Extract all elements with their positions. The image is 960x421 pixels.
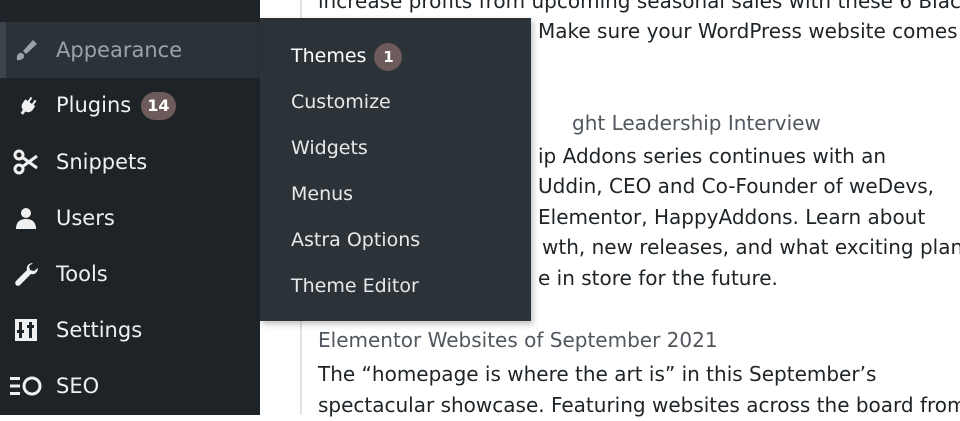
active-indicator bbox=[0, 22, 6, 78]
news-post-title-link[interactable]: ght Leadership Interview bbox=[572, 111, 821, 135]
news-text-line: wth, new releases, and what exciting pla… bbox=[542, 235, 960, 259]
submenu-item-menus[interactable]: Menus bbox=[291, 176, 353, 212]
news-post-title-link[interactable]: Elementor Websites of September 2021 bbox=[318, 328, 718, 352]
news-text-line: increase profits from upcoming seasonal … bbox=[318, 0, 960, 13]
news-text-line: ip Addons series continues with an bbox=[538, 144, 887, 168]
news-text-line: spectacular showcase. Featuring websites… bbox=[318, 393, 960, 417]
update-count-badge: 1 bbox=[374, 42, 403, 71]
sidebar-item-settings[interactable]: Settings bbox=[0, 302, 260, 358]
sidebar-item-users[interactable]: Users bbox=[0, 190, 260, 246]
update-count-badge: 14 bbox=[141, 92, 176, 120]
plugin-icon bbox=[8, 88, 44, 124]
scissors-icon bbox=[8, 144, 44, 180]
sidebar-item-appearance[interactable]: Appearance bbox=[0, 22, 260, 78]
news-text-line: Elementor, HappyAddons. Learn about bbox=[538, 205, 926, 229]
sidebar-item-label: Users bbox=[56, 206, 115, 230]
news-text-line: Uddin, CEO and Co-Founder of weDevs, bbox=[538, 174, 935, 198]
news-text-line: Make sure your WordPress website comes bbox=[538, 19, 958, 43]
sidebar-item-label: Tools bbox=[56, 262, 108, 286]
submenu-item-widgets[interactable]: Widgets bbox=[291, 130, 368, 166]
sidebar-item-label: SEO bbox=[56, 374, 100, 398]
sidebar-item-seo[interactable]: SEO bbox=[0, 358, 260, 414]
seo-icon bbox=[8, 368, 44, 404]
admin-sidebar: Appearance Plugins 14 Snippets Users Too… bbox=[0, 0, 260, 415]
appearance-submenu: Themes 1 Customize Widgets Menus Astra Op… bbox=[260, 18, 531, 321]
submenu-pointer bbox=[248, 41, 260, 65]
submenu-item-label: Themes bbox=[291, 45, 367, 67]
sidebar-item-label: Plugins bbox=[56, 93, 132, 117]
sidebar-item-tools[interactable]: Tools bbox=[0, 246, 260, 302]
user-icon bbox=[8, 200, 44, 236]
news-text-line: The “homepage is where the art is” in th… bbox=[318, 362, 877, 386]
submenu-item-astra-options[interactable]: Astra Options bbox=[291, 222, 420, 258]
submenu-item-theme-editor[interactable]: Theme Editor bbox=[291, 268, 419, 304]
wrench-icon bbox=[8, 256, 44, 292]
sidebar-item-plugins[interactable]: Plugins 14 bbox=[0, 78, 260, 134]
submenu-item-customize[interactable]: Customize bbox=[291, 84, 391, 120]
sidebar-item-label: Snippets bbox=[56, 150, 148, 174]
settings-sliders-icon bbox=[8, 312, 44, 348]
sidebar-item-label: Appearance bbox=[56, 38, 183, 62]
news-text-line: e in store for the future. bbox=[538, 266, 778, 290]
sidebar-item-label: Settings bbox=[56, 318, 143, 342]
sidebar-item-label-group: Plugins 14 bbox=[56, 92, 176, 120]
sidebar-item-snippets[interactable]: Snippets bbox=[0, 134, 260, 190]
submenu-item-themes[interactable]: Themes 1 bbox=[291, 38, 403, 74]
paintbrush-icon bbox=[8, 32, 44, 68]
